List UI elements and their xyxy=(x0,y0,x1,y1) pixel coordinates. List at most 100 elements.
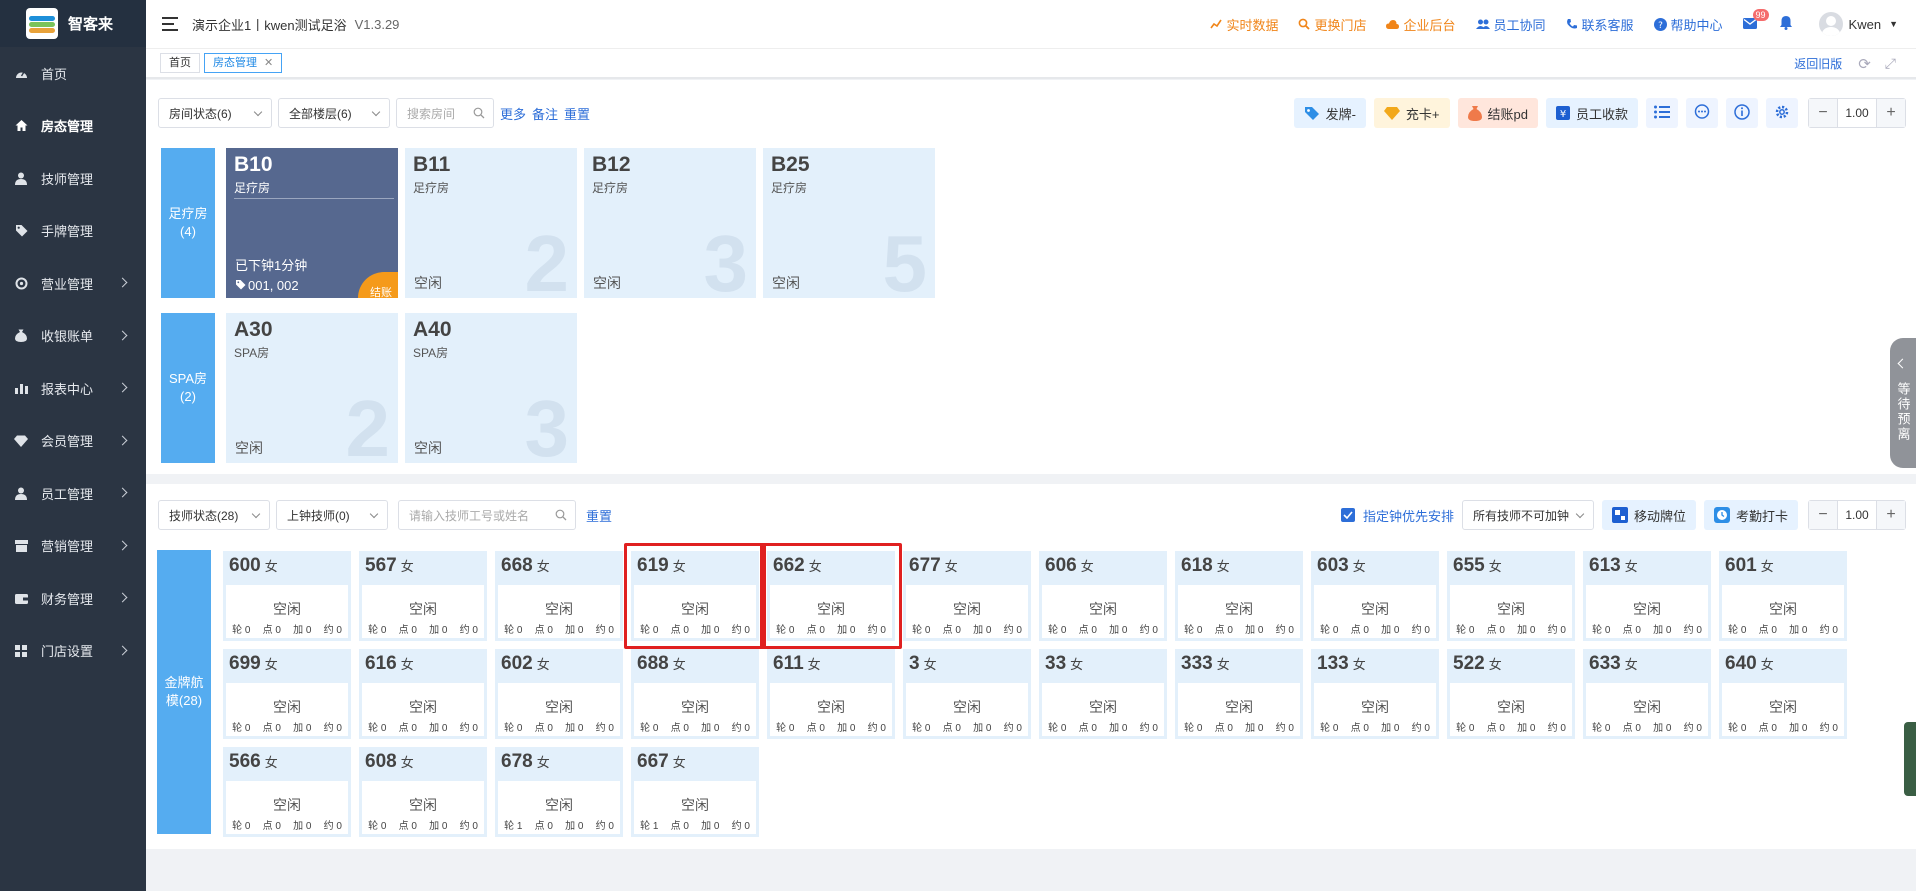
realtime-data-link[interactable]: 实时数据 xyxy=(1210,15,1278,34)
tech-card[interactable]: 618 女 空闲 轮 0点 0加 0约 0 xyxy=(1175,551,1303,641)
counter-label: 点 xyxy=(1078,723,1089,734)
zoom-out-button[interactable]: − xyxy=(1809,501,1837,529)
staff-payment-button[interactable]: ¥ 员工收款 xyxy=(1545,98,1638,128)
room-group-label[interactable]: 足疗房 (4) xyxy=(161,148,215,298)
counter-label: 加 xyxy=(973,625,984,636)
mail-button[interactable]: 99 xyxy=(1742,8,1769,32)
sidebar-item-7[interactable]: 会员管理 xyxy=(0,415,146,468)
priority-checkbox[interactable]: 指定钟优先安排 xyxy=(1340,506,1454,525)
issue-card-button[interactable]: 发牌- xyxy=(1293,98,1366,128)
tech-card[interactable]: 613 女 空闲 轮 0点 0加 0约 0 xyxy=(1583,551,1711,641)
sidebar-item-9[interactable]: 营销管理 xyxy=(0,520,146,573)
tech-reset-link[interactable]: 重置 xyxy=(586,506,612,525)
tech-card[interactable]: 655 女 空闲 轮 0点 0加 0约 0 xyxy=(1447,551,1575,641)
tab-room-status[interactable]: 房态管理 ✕ xyxy=(204,53,283,73)
tech-card[interactable]: 611 女 空闲 轮 0点 0加 0约 0 xyxy=(767,649,895,739)
change-store-link[interactable]: 更换门店 xyxy=(1298,15,1366,34)
user-menu[interactable]: Kwen ▼ xyxy=(1818,12,1898,36)
tech-card[interactable]: 603 女 空闲 轮 0点 0加 0约 0 xyxy=(1311,551,1439,641)
tech-card[interactable]: 33 女 空闲 轮 0点 0加 0约 0 xyxy=(1039,649,1167,739)
list-view-button[interactable] xyxy=(1646,98,1678,128)
add-clock-select[interactable]: 所有技师不可加钟 xyxy=(1461,500,1594,530)
tech-counters: 轮 0点 0加 0约 0 xyxy=(226,621,348,636)
close-icon[interactable]: ✕ xyxy=(264,57,273,69)
sidebar-item-11[interactable]: 门店设置 xyxy=(0,625,146,678)
recharge-button[interactable]: 充卡+ xyxy=(1373,98,1450,128)
tech-card[interactable]: 677 女 空闲 轮 0点 0加 0约 0 xyxy=(903,551,1031,641)
tech-card[interactable]: 567 女 空闲 轮 0点 0加 0约 0 xyxy=(359,551,487,641)
info-button[interactable] xyxy=(1726,98,1758,128)
tech-card[interactable]: 688 女 空闲 轮 0点 0加 0约 0 xyxy=(631,649,759,739)
sidebar-item-6[interactable]: 报表中心 xyxy=(0,362,146,415)
tech-card[interactable]: 699 女 空闲 轮 0点 0加 0约 0 xyxy=(223,649,351,739)
room-card[interactable]: B25 足疗房 5 空闲 xyxy=(763,148,935,298)
staff-collab-link[interactable]: 员工协同 xyxy=(1475,15,1546,34)
enterprise-backend-link[interactable]: 企业后台 xyxy=(1386,15,1456,34)
tech-card[interactable]: 3女 空闲 轮 0点 0加 0约 0 xyxy=(903,649,1031,739)
room-search-input[interactable]: 搜索房间 xyxy=(396,98,494,128)
room-status-select[interactable]: 房间状态(6) xyxy=(158,98,272,128)
message-button[interactable] xyxy=(1686,98,1718,128)
more-link[interactable]: 更多 xyxy=(500,104,526,123)
zoom-value[interactable]: 1.00 xyxy=(1837,501,1877,529)
tab-home[interactable]: 首页 xyxy=(160,53,200,73)
sidebar-item-8[interactable]: 员工管理 xyxy=(0,467,146,520)
reset-link[interactable]: 重置 xyxy=(564,104,590,123)
sidebar-item-4[interactable]: 营业管理 xyxy=(0,257,146,310)
tech-card[interactable]: 333 女 空闲 轮 0点 0加 0约 0 xyxy=(1175,649,1303,739)
back-old-version-link[interactable]: 返回旧版 xyxy=(1794,55,1842,72)
room-group-label[interactable]: SPA房 (2) xyxy=(161,313,215,463)
attendance-button[interactable]: 考勤打卡 xyxy=(1703,500,1798,530)
tech-card[interactable]: 606 女 空闲 轮 0点 0加 0约 0 xyxy=(1039,551,1167,641)
tech-card[interactable]: 133 女 空闲 轮 0点 0加 0约 0 xyxy=(1311,649,1439,739)
sidebar-item-0[interactable]: 首页 xyxy=(0,47,146,100)
checkout-button[interactable]: 结账pd xyxy=(1457,98,1538,128)
notification-button[interactable] xyxy=(1779,15,1793,33)
refresh-icon[interactable]: ⟳ xyxy=(1858,55,1871,73)
tech-group-label[interactable]: 金牌航 模(28) xyxy=(157,550,211,834)
tech-card[interactable]: 640 女 空闲 轮 0点 0加 0约 0 xyxy=(1719,649,1847,739)
sidebar-item-10[interactable]: 财务管理 xyxy=(0,572,146,625)
tech-card[interactable]: 616 女 空闲 轮 0点 0加 0约 0 xyxy=(359,649,487,739)
sidebar-item-2[interactable]: 技师管理 xyxy=(0,152,146,205)
room-card[interactable]: B11 足疗房 2 空闲 xyxy=(405,148,577,298)
move-position-button[interactable]: 移动牌位 xyxy=(1601,500,1696,530)
sidebar-item-3[interactable]: 手牌管理 xyxy=(0,205,146,258)
tech-counter: 约 0 xyxy=(868,719,886,734)
help-center-link[interactable]: ? 帮助中心 xyxy=(1653,15,1723,34)
room-card[interactable]: A40 SPA房 3 空闲 xyxy=(405,313,577,463)
room-card[interactable]: B10 足疗房 已下钟1分钟 001, 002 结账 xyxy=(226,148,398,298)
zoom-in-button[interactable]: + xyxy=(1877,501,1905,529)
zoom-value[interactable]: 1.00 xyxy=(1837,99,1877,127)
tech-status-select[interactable]: 技师状态(28) xyxy=(158,500,270,530)
counter-value: 0 xyxy=(744,821,750,832)
checkout-corner-badge[interactable]: 结账 xyxy=(358,272,398,298)
tech-card[interactable]: 601 女 空闲 轮 0点 0加 0约 0 xyxy=(1719,551,1847,641)
room-card[interactable]: A30 SPA房 2 空闲 xyxy=(226,313,398,463)
tech-card[interactable]: 602 女 空闲 轮 0点 0加 0约 0 xyxy=(495,649,623,739)
side-widget[interactable] xyxy=(1904,722,1916,796)
tech-card[interactable]: 667 女 空闲 轮 1点 0加 0约 0 xyxy=(631,747,759,837)
floor-select[interactable]: 全部楼层(6) xyxy=(278,98,390,128)
tech-card[interactable]: 600 女 空闲 轮 0点 0加 0约 0 xyxy=(223,551,351,641)
sidebar-item-1[interactable]: 房态管理 xyxy=(0,100,146,153)
tech-card[interactable]: 566 女 空闲 轮 0点 0加 0约 0 xyxy=(223,747,351,837)
tech-card[interactable]: 678 女 空闲 轮 1点 0加 0约 0 xyxy=(495,747,623,837)
tech-card[interactable]: 668 女 空闲 轮 0点 0加 0约 0 xyxy=(495,551,623,641)
zoom-out-button[interactable]: − xyxy=(1809,99,1837,127)
zoom-in-button[interactable]: + xyxy=(1877,99,1905,127)
tech-card[interactable]: 522 女 空闲 轮 0点 0加 0约 0 xyxy=(1447,649,1575,739)
tech-search-input[interactable]: 请输入技师工号或姓名 xyxy=(398,500,576,530)
tech-card[interactable]: 633 女 空闲 轮 0点 0加 0约 0 xyxy=(1583,649,1711,739)
contact-support-link[interactable]: 联系客服 xyxy=(1566,15,1634,34)
fullscreen-icon[interactable]: ⤢ xyxy=(1885,55,1896,72)
tech-card[interactable]: 608 女 空闲 轮 0点 0加 0约 0 xyxy=(359,747,487,837)
room-clock-status: 已下钟1分钟 xyxy=(235,258,308,273)
sidebar-item-5[interactable]: 收银账单 xyxy=(0,310,146,363)
note-link[interactable]: 备注 xyxy=(532,104,558,123)
room-card[interactable]: B12 足疗房 3 空闲 xyxy=(584,148,756,298)
menu-toggle-icon[interactable] xyxy=(162,17,178,31)
settings-button[interactable] xyxy=(1766,98,1798,128)
waiting-departure-tab[interactable]: 等待预离 xyxy=(1890,338,1916,468)
on-clock-select[interactable]: 上钟技师(0) xyxy=(276,500,388,530)
